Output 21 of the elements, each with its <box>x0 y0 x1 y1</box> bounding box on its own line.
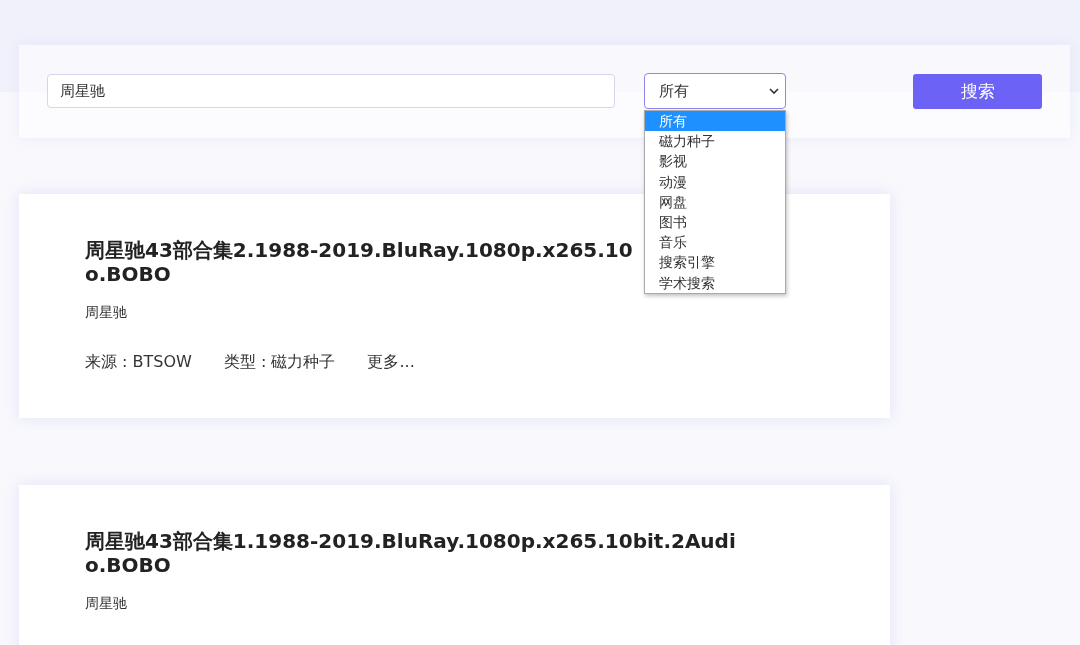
chevron-icon <box>769 87 779 95</box>
menu-option[interactable]: 音乐 <box>645 232 785 253</box>
result-title[interactable]: 周星驰43部合集2.1988-2019.BluRay.1080p.x265.10 <box>85 238 633 262</box>
result-title[interactable]: o.BOBO <box>85 553 171 577</box>
menu-option[interactable]: 磁力种子 <box>645 131 785 152</box>
more-link[interactable]: 更多... <box>367 352 415 373</box>
meta-text: 类型 : 磁力种子 <box>223 352 336 373</box>
search-button[interactable]: 搜索 <box>913 73 1042 109</box>
result-title[interactable]: o.BOBO <box>85 262 171 286</box>
search-field[interactable]: 周星驰 <box>47 74 615 108</box>
menu-option[interactable]: 学术搜索 <box>645 272 785 293</box>
menu-option[interactable]: 搜索引擎 <box>645 252 785 273</box>
meta-text: 来源 : BTSOW <box>85 352 192 373</box>
menu-option[interactable]: 网盘 <box>645 191 785 212</box>
result-title[interactable]: 周星驰43部合集1.1988-2019.BluRay.1080p.x265.10bit.2Audi <box>85 529 736 553</box>
menu-option[interactable]: 图书 <box>645 211 785 233</box>
menu-option[interactable]: 影视 <box>645 151 785 172</box>
keyword-text: 周星驰 <box>85 595 127 613</box>
keyword-text: 周星驰 <box>85 304 127 322</box>
category-select[interactable]: 所有 <box>644 73 786 109</box>
menu-option[interactable]: 动漫 <box>645 171 785 192</box>
